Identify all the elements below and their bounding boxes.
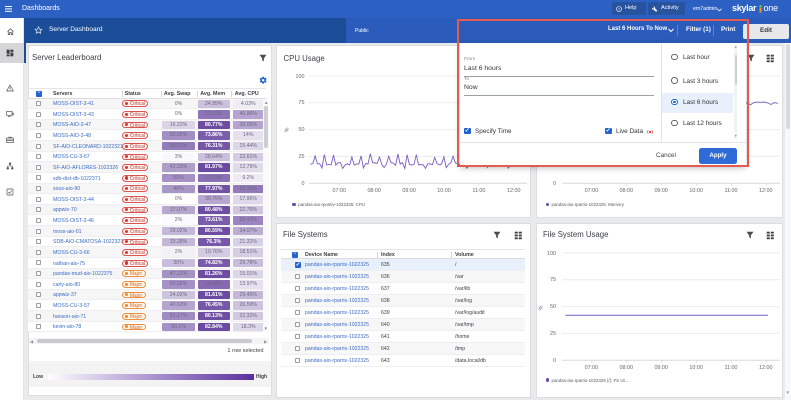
svg-text:?: ? [618,7,620,11]
